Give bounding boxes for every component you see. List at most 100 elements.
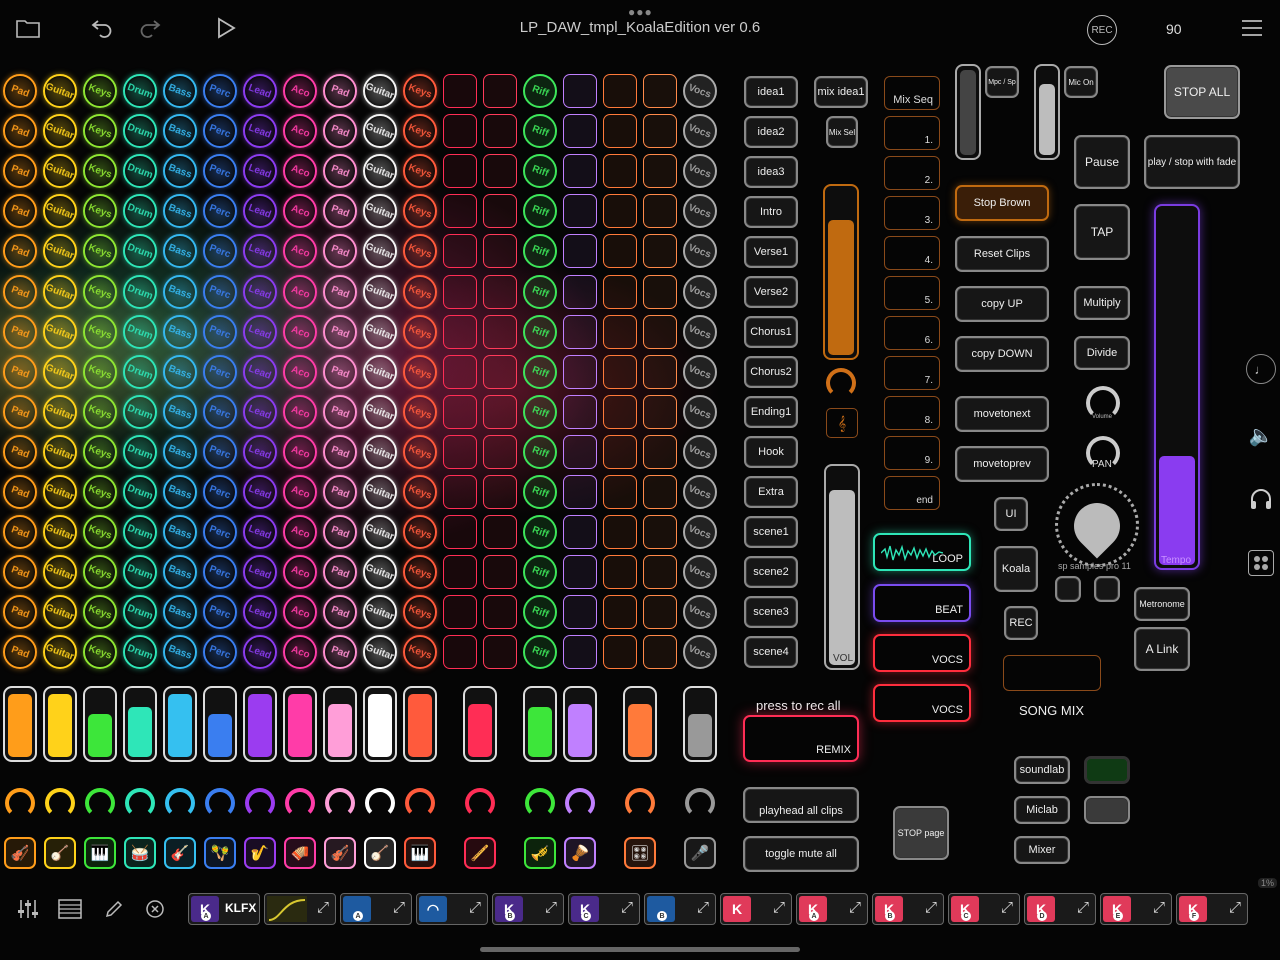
plugin-slot[interactable]: A ⤢ xyxy=(340,893,412,925)
mix-idea-button[interactable]: mix idea1 xyxy=(814,76,868,108)
list-icon[interactable] xyxy=(56,895,84,923)
clip-pad[interactable]: Pad xyxy=(323,154,357,188)
empty-clip-slot[interactable] xyxy=(643,595,677,629)
empty-clip-slot[interactable] xyxy=(603,154,637,188)
clip-pad[interactable]: Drum xyxy=(123,114,157,148)
empty-clip-slot[interactable] xyxy=(643,635,677,669)
clip-pad[interactable]: Bass xyxy=(163,234,197,268)
plugin-slot[interactable]: K C ⤢ xyxy=(568,893,640,925)
clip-pad[interactable]: Aco xyxy=(283,74,317,108)
empty-clip-slot[interactable] xyxy=(643,74,677,108)
clip-pad[interactable]: Lead xyxy=(243,74,277,108)
clip-pad[interactable]: Pad xyxy=(3,595,37,629)
clip-pad[interactable]: Drum xyxy=(123,154,157,188)
track-pan-knob[interactable] xyxy=(325,788,355,818)
track-volume-fader[interactable] xyxy=(363,686,397,762)
expand-icon[interactable]: ⤢ xyxy=(621,899,633,916)
folder-icon[interactable] xyxy=(14,16,42,40)
clip-pad[interactable]: Keys xyxy=(403,154,437,188)
clip-pad[interactable]: Guitar xyxy=(363,154,397,188)
clip-pad[interactable]: Bass xyxy=(163,395,197,429)
mix-seq-slot[interactable]: 7. xyxy=(884,356,940,390)
empty-clip-slot[interactable] xyxy=(643,315,677,349)
clip-pad[interactable]: Aco xyxy=(283,395,317,429)
tap-button[interactable]: TAP xyxy=(1074,204,1130,260)
empty-clip-slot[interactable] xyxy=(563,635,597,669)
empty-clip-slot[interactable] xyxy=(603,234,637,268)
empty-clip-slot[interactable] xyxy=(603,114,637,148)
clip-pad[interactable]: Keys xyxy=(403,555,437,589)
empty-clip-slot[interactable] xyxy=(443,355,477,389)
scene-button[interactable]: Ending1 xyxy=(744,396,798,428)
track-volume-fader[interactable] xyxy=(43,686,77,762)
harmonica-icon[interactable]: 🪈 xyxy=(464,837,496,869)
empty-clip-slot[interactable] xyxy=(563,515,597,549)
empty-clip-slot[interactable] xyxy=(483,475,517,509)
clip-pad[interactable]: Riff xyxy=(523,355,557,389)
clip-pad[interactable]: Pad xyxy=(323,395,357,429)
empty-clip-slot[interactable] xyxy=(483,234,517,268)
track-pan-knob[interactable] xyxy=(685,788,715,818)
piano-icon[interactable]: 🎹 xyxy=(404,837,436,869)
empty-clip-slot[interactable] xyxy=(563,435,597,469)
empty-clip-slot[interactable] xyxy=(443,194,477,228)
clip-pad[interactable]: Keys xyxy=(403,234,437,268)
empty-clip-slot[interactable] xyxy=(563,234,597,268)
clip-pad[interactable]: Guitar xyxy=(43,315,77,349)
gray-toggle-button[interactable] xyxy=(1084,796,1130,824)
track-pan-knob[interactable] xyxy=(165,788,195,818)
clip-pad[interactable]: Pad xyxy=(323,194,357,228)
stop-page-button[interactable]: STOP page xyxy=(893,806,949,860)
sp-small-button-1[interactable] xyxy=(1055,576,1081,602)
saxophone-icon[interactable]: 🎷 xyxy=(244,837,276,869)
ui-button[interactable]: UI xyxy=(994,497,1028,531)
clip-pad[interactable]: Keys xyxy=(83,275,117,309)
plugin-slot[interactable]: K A KLFX xyxy=(188,893,260,925)
master-volume-fader[interactable]: VOL xyxy=(824,464,860,670)
sp-small-button-2[interactable] xyxy=(1094,576,1120,602)
clip-pad[interactable]: Guitar xyxy=(363,315,397,349)
mixer-sliders-icon[interactable] xyxy=(14,895,42,923)
clip-pad[interactable]: Guitar xyxy=(43,74,77,108)
empty-clip-slot[interactable] xyxy=(443,154,477,188)
clip-pad[interactable]: Drum xyxy=(123,234,157,268)
close-circle-icon[interactable] xyxy=(142,896,168,922)
clip-pad[interactable]: Drum xyxy=(123,355,157,389)
clip-pad[interactable]: Keys xyxy=(403,315,437,349)
clip-pad[interactable]: Aco xyxy=(283,435,317,469)
a-link-button[interactable]: A Link xyxy=(1134,627,1190,671)
scene-button[interactable]: scene4 xyxy=(744,636,798,668)
clip-pad[interactable]: Bass xyxy=(163,355,197,389)
clip-pad[interactable]: Riff xyxy=(523,154,557,188)
reset-clips-button[interactable]: Reset Clips xyxy=(955,236,1049,272)
clip-pad[interactable]: Riff xyxy=(523,475,557,509)
clip-pad[interactable]: Vocs xyxy=(683,595,717,629)
clip-pad[interactable]: Drum xyxy=(123,275,157,309)
clip-pad[interactable]: Guitar xyxy=(43,515,77,549)
remix-button[interactable]: REMIX xyxy=(743,715,859,762)
clip-pad[interactable]: Keys xyxy=(403,435,437,469)
beat-button[interactable]: BEAT xyxy=(873,584,971,622)
clip-pad[interactable]: Guitar xyxy=(363,355,397,389)
empty-clip-slot[interactable] xyxy=(483,194,517,228)
clip-pad[interactable]: Lead xyxy=(243,315,277,349)
trumpet-icon[interactable]: 🎺 xyxy=(524,837,556,869)
clip-pad[interactable]: Keys xyxy=(403,194,437,228)
clip-pad[interactable]: Lead xyxy=(243,355,277,389)
track-pan-knob[interactable] xyxy=(125,788,155,818)
clip-pad[interactable]: Aco xyxy=(283,515,317,549)
clip-pad[interactable]: Pad xyxy=(323,234,357,268)
clip-pad[interactable]: Perc xyxy=(203,275,237,309)
clip-pad[interactable]: Keys xyxy=(403,395,437,429)
clip-pad[interactable]: Keys xyxy=(403,475,437,509)
empty-clip-slot[interactable] xyxy=(483,74,517,108)
plugin-slot[interactable]: B ⤢ xyxy=(644,893,716,925)
clip-pad[interactable]: Perc xyxy=(203,555,237,589)
empty-clip-slot[interactable] xyxy=(483,315,517,349)
clip-pad[interactable]: Vocs xyxy=(683,355,717,389)
clip-pad[interactable]: Pad xyxy=(323,515,357,549)
window-grabber-icon[interactable]: ●●● xyxy=(628,5,653,19)
clip-pad[interactable]: Pad xyxy=(323,435,357,469)
clip-pad[interactable]: Keys xyxy=(83,114,117,148)
menu-icon[interactable] xyxy=(1240,16,1264,40)
